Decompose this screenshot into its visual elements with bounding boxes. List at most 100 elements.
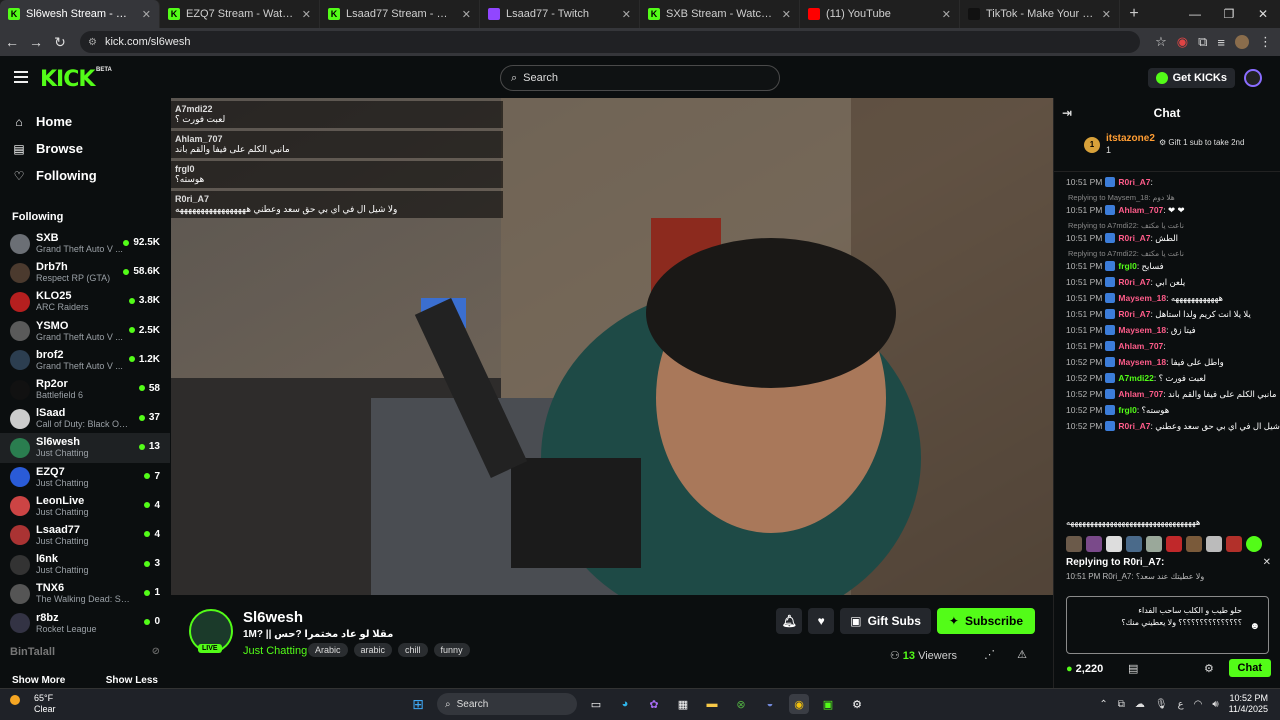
kick-logo[interactable]: KICK [40, 67, 95, 92]
stream-tag[interactable]: funny [433, 643, 470, 657]
emote-icon[interactable] [1086, 536, 1102, 552]
sidebar-channel[interactable]: TNX6The Walking Dead: Seaso... 1 [0, 579, 170, 608]
tab-close-icon[interactable]: ✕ [942, 8, 951, 21]
start-icon[interactable]: ⊞ [408, 694, 428, 714]
stream-tag[interactable]: chill [398, 643, 428, 657]
get-kicks-button[interactable]: Get KICKs [1147, 68, 1235, 88]
emoji-picker-icon[interactable]: ☻ [1249, 621, 1260, 633]
gift-subs-button[interactable]: ▣ Gift Subs [840, 608, 931, 634]
chat-message[interactable]: 10:51 PM Ahlam_707: [1054, 340, 1280, 352]
tray-overflow-icon[interactable]: ⌃ [1099, 699, 1107, 710]
chat-username[interactable]: Ahlam_707 [1118, 389, 1163, 399]
chat-username[interactable]: R0ri_A7 [1118, 309, 1150, 319]
browser-menu-icon[interactable]: ⋮ [1259, 34, 1272, 50]
chat-input[interactable]: حلو طيب و الكلب ساحب الفداء ؟؟؟؟؟؟؟؟؟؟؟؟… [1066, 596, 1269, 654]
microphone-icon[interactable]: 🎙︎ [1155, 699, 1168, 710]
chat-message[interactable]: 10:51 PM Maysem_18: ههههههههههههه [1054, 292, 1280, 304]
sidebar-channel[interactable]: LeonLive Just Chatting 4 [0, 492, 170, 521]
chat-message[interactable]: 10:52 PM Maysem_18: واطل على فيفا [1054, 356, 1280, 368]
url-field[interactable]: ⚙ kick.com/sl6wesh [80, 31, 1140, 53]
sidebar-channel[interactable]: Lsaad77 Just Chatting 4 [0, 521, 170, 550]
chat-message[interactable]: 10:52 PM A7mdi22: لعبت فورت ؟ [1054, 372, 1280, 384]
browser-tab[interactable]: TikTok - Make Your Day ✕ [960, 0, 1120, 28]
chat-username[interactable]: R0ri_A7 [1118, 421, 1150, 431]
emote-icon[interactable] [1066, 536, 1082, 552]
tab-close-icon[interactable]: ✕ [462, 8, 471, 21]
language-icon[interactable]: ع [1178, 699, 1184, 710]
chat-message[interactable]: 10:51 PM R0ri_A7: يلعن ابي [1054, 276, 1280, 288]
sidebar-nav-browse[interactable]: ▤ Browse [0, 135, 170, 162]
onedrive-icon[interactable]: ☁ [1135, 699, 1145, 710]
chat-username[interactable]: Ahlam_707 [1118, 341, 1163, 351]
sidebar-nav-home[interactable]: ⌂ Home [0, 108, 170, 135]
close-reply-icon[interactable]: ✕ [1263, 557, 1271, 568]
share-icon[interactable]: ⋰ [984, 648, 995, 661]
search-input[interactable]: ⌕ Search [500, 65, 780, 91]
xbox-icon[interactable]: ⊗ [731, 694, 751, 714]
store-icon[interactable]: ▦ [673, 694, 693, 714]
show-less-button[interactable]: Show Less [106, 675, 158, 686]
emote-icon[interactable] [1186, 536, 1202, 552]
sidebar-channel[interactable]: YSMO Grand Theft Auto V ... 2.5K [0, 317, 170, 346]
browser-tab[interactable]: (11) YouTube ✕ [800, 0, 960, 28]
reload-icon[interactable]: ↻ [48, 34, 72, 51]
chrome-icon[interactable]: ◉ [789, 694, 809, 714]
emote-icon[interactable] [1106, 536, 1122, 552]
back-icon[interactable]: ← [0, 34, 24, 50]
video-player[interactable]: A7mdi22 لعبت فورت ؟ Ahlam_707 مانبي الكلم ع… [171, 98, 1053, 595]
profile-avatar[interactable] [1235, 35, 1249, 49]
user-avatar[interactable] [1244, 69, 1262, 87]
weather-widget[interactable]: 65°F Clear [10, 693, 56, 715]
chat-message[interactable]: 10:51 PM R0ri_A7: [1054, 176, 1280, 188]
emote-icon[interactable] [1126, 536, 1142, 552]
emote-icon[interactable] [1206, 536, 1222, 552]
tab-close-icon[interactable]: ✕ [302, 8, 311, 21]
stream-category[interactable]: Just Chatting [243, 645, 307, 657]
minimize-icon[interactable]: — [1178, 0, 1212, 28]
sidebar-channel[interactable]: Rp2or Battlefield 6 58 [0, 375, 170, 404]
chat-username[interactable]: Maysem_18 [1118, 325, 1166, 335]
edge-icon[interactable]: ◕ [615, 694, 635, 714]
chat-message[interactable]: 10:51 PM R0ri_A7: يلا يلا انت كريم ولدا ا… [1054, 308, 1280, 320]
emote-icon[interactable] [1226, 536, 1242, 552]
chat-message[interactable]: 10:51 PM Ahlam_707: ❤ ❤ [1054, 204, 1280, 216]
sidebar-channel[interactable]: brof2 Grand Theft Auto V ... 1.2K [0, 346, 170, 375]
subscribe-button[interactable]: ✦ Subscribe [936, 608, 1035, 634]
sidebar-channel[interactable]: l6nk Just Chatting 3 [0, 550, 170, 579]
tab-close-icon[interactable]: ✕ [1102, 8, 1111, 21]
forward-icon[interactable]: → [24, 34, 48, 50]
sidebar-channel[interactable]: Sl6wesh Just Chatting 13 [0, 433, 170, 463]
tab-close-icon[interactable]: ✕ [622, 8, 631, 21]
notification-bell-button[interactable]: 🔔︎ [776, 608, 803, 634]
streamer-name[interactable]: Sl6wesh [243, 609, 303, 626]
file-explorer-icon[interactable]: ▬ [702, 694, 722, 714]
gift-shop-icon[interactable]: ▤ [1128, 662, 1138, 675]
tab-close-icon[interactable]: ✕ [142, 8, 151, 21]
sidebar-channel[interactable]: Drb7h Respect RP (GTA) 58.6K [0, 258, 170, 287]
report-flag-icon[interactable]: ⚠ [1017, 648, 1027, 661]
sidebar-channel-offline[interactable]: BinTalall ⊘ [0, 638, 170, 667]
browser-tab[interactable]: Lsaad77 - Twitch ✕ [480, 0, 640, 28]
taskbar-search[interactable]: ⌕ Search [437, 693, 577, 715]
kicks-balance[interactable]: ● 2,220 [1066, 663, 1103, 675]
bookmark-star-icon[interactable]: ☆ [1155, 34, 1167, 50]
extensions-puzzle-icon[interactable]: ⧉ [1198, 34, 1207, 50]
chat-username[interactable]: Ahlam_707 [1118, 205, 1163, 215]
chat-settings-icon[interactable]: ⚙ [1204, 662, 1214, 675]
chat-message[interactable]: 10:51 PM R0ri_A7: الطش [1054, 232, 1280, 244]
emote-icon[interactable] [1166, 536, 1182, 552]
wifi-icon[interactable]: ◠ [1194, 699, 1203, 710]
chat-message[interactable]: 10:52 PM frgl0: هوسته؟ [1054, 404, 1280, 416]
chat-username[interactable]: frgl0 [1118, 261, 1136, 271]
pinned-gifter[interactable]: 1 itstazone2 1 ⚙ Gift 1 sub to take 2nd [1054, 128, 1280, 172]
task-view-icon[interactable]: ▭ [586, 694, 606, 714]
system-clock[interactable]: 10:52 PM 11/4/2025 [1229, 693, 1268, 715]
browser-tab[interactable]: K EZQ7 Stream - Watch Live o ✕ [160, 0, 320, 28]
tray-app-icon[interactable]: ⧉ [1118, 699, 1125, 710]
copilot-icon[interactable]: ✿ [644, 694, 664, 714]
extension-icon[interactable]: ◉ [1177, 34, 1188, 50]
app-icon[interactable]: ▣ [818, 694, 838, 714]
chat-message[interactable]: 10:52 PM R0ri_A7: ولا شيل ال في اي بي حق … [1054, 420, 1280, 432]
volume-icon[interactable]: 🔊︎ [1212, 699, 1218, 710]
chat-username[interactable]: Maysem_18 [1118, 293, 1166, 303]
